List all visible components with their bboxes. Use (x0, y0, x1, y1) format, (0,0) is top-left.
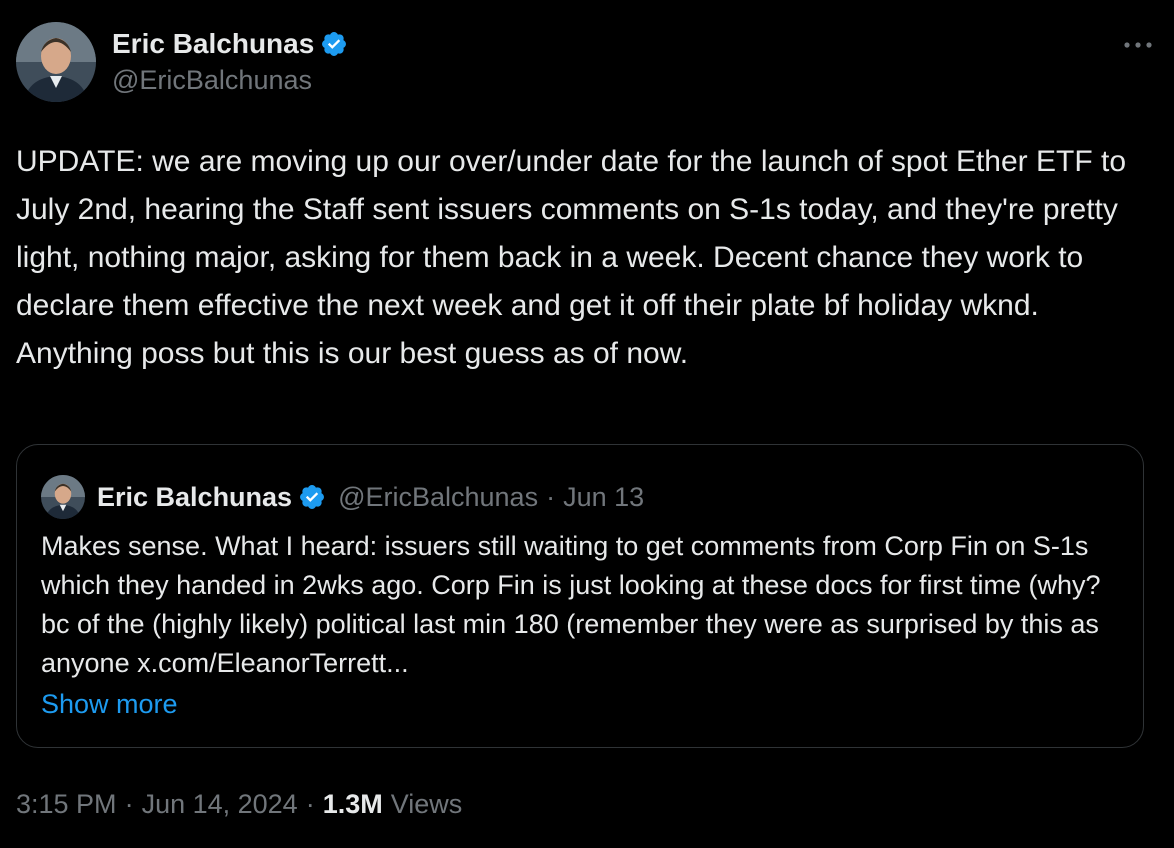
ellipsis-icon (1124, 42, 1152, 48)
tweet: Eric Balchunas @EricBalchunas UPDATE: we… (16, 22, 1158, 819)
author-info: Eric Balchunas @EricBalchunas (112, 22, 348, 98)
more-options-button[interactable] (1118, 32, 1158, 58)
avatar[interactable] (16, 22, 96, 102)
verified-badge-icon (298, 483, 326, 511)
show-more-link[interactable]: Show more (41, 683, 1119, 725)
quoted-tweet-text: Makes sense. What I heard: issuers still… (41, 531, 1101, 678)
separator-dot: · (305, 789, 315, 819)
tweet-date[interactable]: Jun 14, 2024 (142, 786, 298, 822)
quoted-display-name: Eric Balchunas (97, 481, 293, 512)
author-row: Eric Balchunas @EricBalchunas (16, 22, 1158, 106)
views-count[interactable]: 1.3M (323, 786, 383, 822)
name-line: Eric Balchunas (112, 26, 348, 62)
author-display-name[interactable]: Eric Balchunas (112, 26, 314, 62)
tweet-meta: 3:15 PM · Jun 14, 2024 · 1.3M Views (16, 786, 462, 822)
quoted-avatar (41, 475, 85, 519)
tweet-time[interactable]: 3:15 PM (16, 786, 117, 822)
author-handle[interactable]: @EricBalchunas (112, 62, 348, 98)
quoted-handle: @EricBalchunas (338, 481, 539, 512)
quoted-date: Jun 13 (563, 481, 645, 512)
verified-badge-icon (320, 30, 348, 58)
separator-dot: · (124, 789, 134, 819)
tweet-text: UPDATE: we are moving up our over/under … (16, 145, 1135, 370)
separator-dot: · (546, 481, 556, 512)
views-label[interactable]: Views (391, 786, 463, 822)
quoted-tweet[interactable]: Eric Balchunas @EricBalchunas · Jun 13 M… (16, 444, 1144, 748)
quoted-tweet-header: Eric Balchunas @EricBalchunas · Jun 13 (41, 475, 1119, 519)
